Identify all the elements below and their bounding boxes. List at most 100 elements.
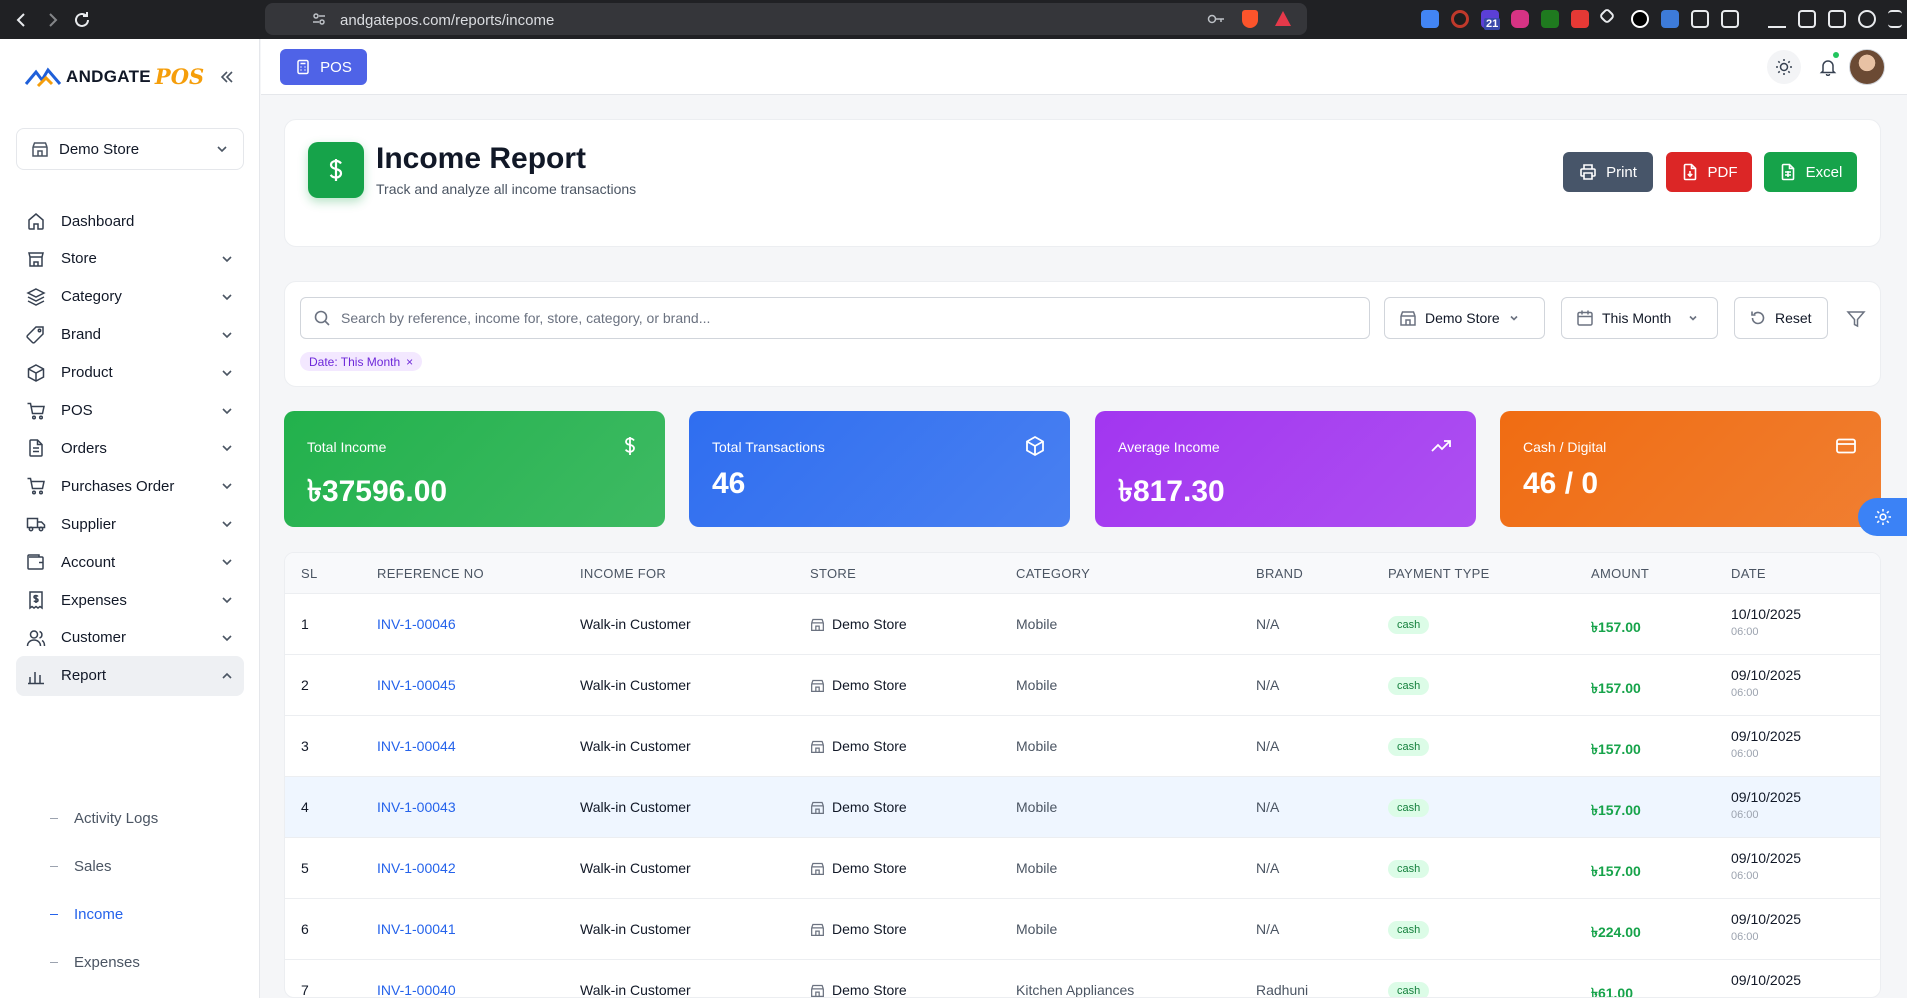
app-logo[interactable]: ANDGATE POS (24, 64, 204, 89)
translate-extension-icon[interactable] (1421, 10, 1439, 28)
sidebar-item-customer[interactable]: Customer (16, 618, 244, 658)
cell-income-for: Walk-in Customer (580, 616, 691, 632)
table-row[interactable]: 4 INV-1-00043 Walk-in Customer Demo Store Mo… (285, 777, 1880, 838)
pos-button-label: POS (320, 58, 352, 76)
date-filter-dropdown[interactable]: This Month (1561, 297, 1718, 339)
sidebar-item-report[interactable]: Report (16, 655, 244, 696)
sidebar-item-pos[interactable]: POS (16, 391, 244, 431)
cell-reference-link[interactable]: INV-1-00043 (377, 799, 456, 815)
dev-extension-icon[interactable] (1661, 10, 1679, 28)
leo-ai-icon[interactable] (1858, 10, 1876, 28)
sidebar-toggle-icon[interactable] (1798, 10, 1816, 28)
cell-reference-link[interactable]: INV-1-00046 (377, 616, 456, 632)
store-selector[interactable]: Demo Store (16, 128, 244, 170)
sidebar-item-orders[interactable]: Orders (16, 428, 244, 468)
download-icon[interactable] (1768, 10, 1786, 28)
ublock-extension-icon[interactable] (1511, 10, 1529, 28)
record-extension-icon[interactable] (1451, 10, 1469, 28)
table-row[interactable]: 2 INV-1-00045 Walk-in Customer Demo Store Mo… (285, 655, 1880, 716)
column-header-reference-no: REFERENCE NO (377, 566, 484, 581)
sidebar-subitem-income[interactable]: Income (50, 906, 123, 923)
cell-date: 10/10/2025 (1731, 606, 1802, 622)
wallet-icon (26, 552, 46, 572)
table-row[interactable]: 6 INV-1-00041 Walk-in Customer Demo Store Mo… (285, 899, 1880, 960)
wallet-icon[interactable] (1828, 10, 1846, 28)
menu-icon[interactable] (1888, 10, 1902, 28)
sidebar-item-purchases-order[interactable]: Purchases Order (16, 466, 244, 506)
cell-income-for: Walk-in Customer (580, 860, 691, 876)
chevron-down-icon (220, 328, 234, 342)
cell-brand: N/A (1256, 616, 1280, 632)
cell-time: 06:00 (1731, 626, 1759, 638)
excel-button[interactable]: Excel (1764, 152, 1857, 192)
url-text[interactable]: andgatepos.com/reports/income (340, 12, 554, 29)
address-bar[interactable]: andgatepos.com/reports/income (265, 3, 1307, 35)
back-icon[interactable] (12, 10, 32, 30)
sidebar-subitem-label: Expenses (74, 954, 140, 971)
calendar-icon (1576, 309, 1594, 327)
extensions-icon[interactable] (1691, 10, 1709, 28)
sheets-extension-icon[interactable] (1541, 10, 1559, 28)
cell-store: Demo Store (810, 982, 907, 998)
cell-sl: 2 (301, 677, 309, 693)
theme-toggle-icon[interactable] (1767, 50, 1801, 84)
youtube-extension-icon[interactable] (1571, 10, 1589, 28)
picker-extension-icon[interactable] (1598, 7, 1616, 25)
table-row[interactable]: 5 INV-1-00042 Walk-in Customer Demo Store Mo… (285, 838, 1880, 899)
cell-reference-link[interactable]: INV-1-00045 (377, 677, 456, 693)
sidebar-item-label: Report (61, 667, 107, 685)
search-input[interactable]: Search by reference, income for, store, … (300, 297, 1370, 339)
reload-icon[interactable] (72, 10, 92, 30)
forward-icon[interactable] (42, 10, 62, 30)
collapse-sidebar-icon[interactable] (217, 67, 237, 87)
store-filter-dropdown[interactable]: Demo Store (1384, 297, 1545, 339)
table-row[interactable]: 3 INV-1-00044 Walk-in Customer Demo Store Mo… (285, 716, 1880, 777)
reset-button[interactable]: Reset (1734, 297, 1828, 339)
cell-reference-link[interactable]: INV-1-00044 (377, 738, 456, 754)
chevron-down-icon (220, 517, 234, 531)
cell-reference-link[interactable]: INV-1-00042 (377, 860, 456, 876)
cell-store-label: Demo Store (832, 616, 907, 632)
table-row[interactable]: 7 INV-1-00040 Walk-in Customer Demo Store Ki… (285, 960, 1880, 998)
sidebar-item-category[interactable]: Category (16, 277, 244, 317)
cell-store: Demo Store (810, 738, 907, 754)
p-extension-icon[interactable] (1631, 10, 1649, 28)
user-avatar[interactable] (1849, 49, 1885, 85)
chevron-down-icon (220, 593, 234, 607)
screenshot-icon[interactable] (1721, 10, 1739, 28)
cell-reference-link[interactable]: INV-1-00040 (377, 982, 456, 997)
print-button[interactable]: Print (1563, 152, 1653, 192)
badge-extension-icon[interactable]: 21 (1481, 10, 1501, 30)
remove-filter-icon[interactable]: × (406, 355, 413, 369)
notification-bell-icon[interactable] (1811, 50, 1845, 84)
stat-label: Total Transactions (712, 439, 825, 455)
sidebar-item-expenses[interactable]: Expenses (16, 580, 244, 620)
cell-brand: N/A (1256, 738, 1280, 754)
sidebar-item-product[interactable]: Product (16, 353, 244, 393)
cell-time: 06:00 (1731, 687, 1759, 699)
sidebar-item-account[interactable]: Account (16, 542, 244, 582)
sidebar-subitem-sales[interactable]: Sales (50, 858, 112, 875)
site-info-icon[interactable] (312, 12, 326, 26)
sidebar-item-dashboard[interactable]: Dashboard (16, 201, 244, 241)
sidebar-item-brand[interactable]: Brand (16, 315, 244, 355)
table-row[interactable]: 1 INV-1-00046 Walk-in Customer Demo Store Mo… (285, 594, 1880, 655)
key-icon[interactable] (1207, 12, 1225, 26)
pdf-button[interactable]: PDF (1666, 152, 1752, 192)
sidebar-item-supplier[interactable]: Supplier (16, 504, 244, 544)
cell-reference-link[interactable]: INV-1-00041 (377, 921, 456, 937)
brave-shield-icon[interactable] (1242, 10, 1258, 28)
settings-gear-icon[interactable] (1858, 498, 1907, 536)
sidebar-subitem-expenses[interactable]: Expenses (50, 954, 140, 971)
cell-store-label: Demo Store (832, 982, 907, 998)
cell-category: Mobile (1016, 738, 1058, 754)
sidebar-subitem-activity-logs[interactable]: Activity Logs (50, 810, 158, 827)
filter-funnel-icon[interactable] (1846, 309, 1866, 329)
pos-button[interactable]: POS (280, 49, 367, 85)
cell-amount: ৳157.00 (1591, 680, 1641, 696)
sidebar-item-store[interactable]: Store (16, 239, 244, 279)
cell-amount: ৳224.00 (1591, 924, 1641, 940)
brave-rewards-icon[interactable] (1275, 11, 1291, 26)
payment-type-badge: cash (1388, 799, 1430, 817)
active-filter-chip-label: Date: This Month (309, 354, 401, 369)
